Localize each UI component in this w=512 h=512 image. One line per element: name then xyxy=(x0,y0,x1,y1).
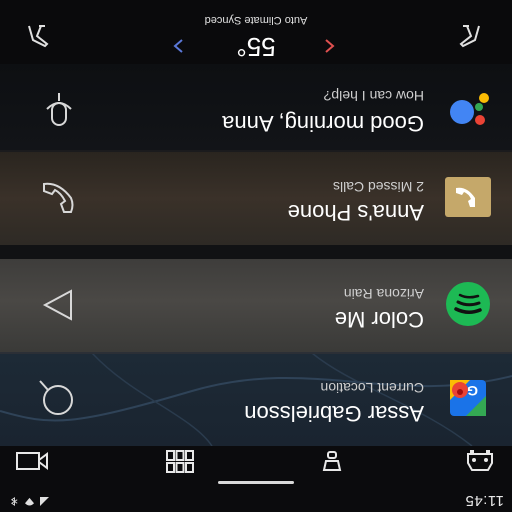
destination-subtitle: Current Location xyxy=(320,380,424,396)
card-divider xyxy=(0,150,512,152)
phone-icon xyxy=(43,182,74,213)
car-icon[interactable] xyxy=(460,442,500,480)
microphone-icon xyxy=(46,93,72,126)
play-button[interactable] xyxy=(36,282,82,328)
temperature-value[interactable]: 55° xyxy=(0,31,512,62)
spotify-icon xyxy=(444,280,492,328)
track-title: Color Me xyxy=(334,307,424,332)
greeting-subtitle: How can I help? xyxy=(323,88,424,104)
caller-title: Anna's Phone xyxy=(287,200,424,225)
grid-icon[interactable] xyxy=(160,442,200,480)
navigation-icon xyxy=(39,380,73,415)
call-button[interactable] xyxy=(36,175,82,221)
maps-card[interactable]: G Assar Gabrielsson Current Location xyxy=(0,353,512,446)
wifi-icon xyxy=(25,497,34,506)
svg-text:G: G xyxy=(467,383,478,399)
google-assistant-icon xyxy=(444,86,492,134)
signal-icon xyxy=(40,497,49,506)
greeting-title: Good morning, Anna xyxy=(222,111,424,136)
phone-app-icon xyxy=(444,173,492,221)
notification-icon[interactable] xyxy=(312,442,352,480)
microphone-button[interactable] xyxy=(36,86,82,132)
seat-heater-left-icon[interactable] xyxy=(20,22,52,54)
home-indicator[interactable] xyxy=(218,481,294,484)
climate-bar: 55° Auto Climate Synced xyxy=(0,0,512,64)
play-icon xyxy=(42,289,72,321)
status-time: 11:45 xyxy=(465,492,504,509)
google-maps-icon: G xyxy=(444,374,492,422)
temperature-down-button[interactable] xyxy=(168,36,188,56)
climate-status: Auto Climate Synced xyxy=(204,14,308,26)
chevron-right-icon xyxy=(173,39,183,53)
phone-card[interactable]: Anna's Phone 2 Missed Calls xyxy=(0,152,512,245)
bluetooth-icon xyxy=(10,497,18,506)
music-card[interactable]: Color Me Arizona Rain xyxy=(0,259,512,352)
android-auto-screen: 11:45 G Assar Gabrielsson Current Locati… xyxy=(0,0,512,512)
missed-calls: 2 Missed Calls xyxy=(332,179,424,195)
track-artist: Arizona Rain xyxy=(343,286,424,302)
assistant-card[interactable]: Good morning, Anna How can I help? xyxy=(0,64,512,150)
card-divider xyxy=(0,245,512,259)
status-bar: 11:45 xyxy=(0,490,512,512)
video-icon[interactable] xyxy=(12,442,52,480)
status-icons xyxy=(10,497,49,506)
destination-title: Assar Gabrielsson xyxy=(244,401,424,426)
navigate-button[interactable] xyxy=(36,376,82,422)
